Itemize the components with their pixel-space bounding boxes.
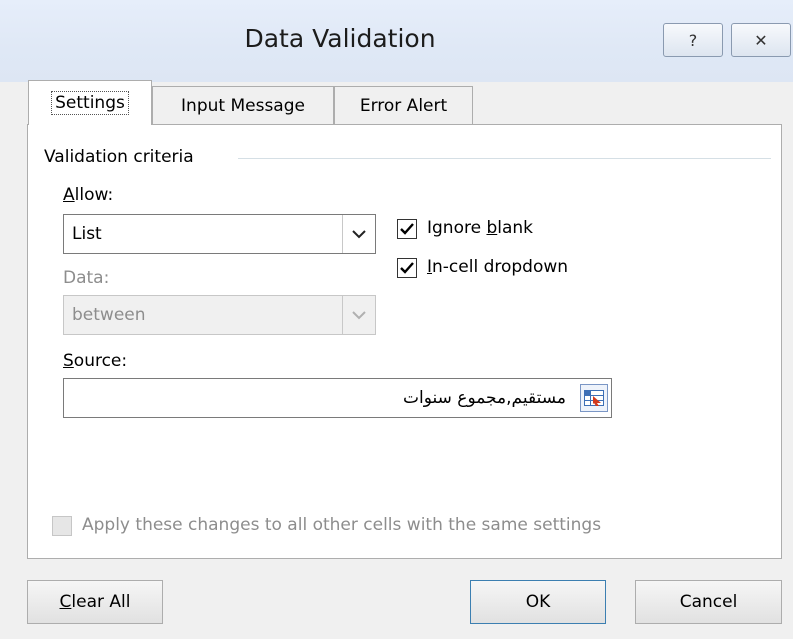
validation-criteria-heading: Validation criteria [44,147,200,167]
close-button[interactable]: ✕ [731,23,791,57]
clear-all-button[interactable]: Clear All [27,580,163,624]
checkmark-icon [400,223,414,235]
tab-settings-label: Settings [51,91,129,115]
source-input[interactable]: مستقيم,مجموع سنوات [63,378,612,418]
checkmark-icon [400,262,414,274]
chevron-down-icon[interactable] [342,296,375,334]
source-input-value[interactable]: مستقيم,مجموع سنوات [403,388,566,408]
ignore-blank-checkbox[interactable] [397,219,417,239]
tab-input-message[interactable]: Input Message [152,86,334,124]
data-validation-dialog: Data Validation ? ✕ Settings Input Messa… [0,0,793,639]
tab-error-alert-label: Error Alert [359,95,448,116]
data-label: Data: [63,268,110,288]
help-button[interactable]: ? [663,23,723,57]
help-icon: ? [688,30,698,50]
dialog-title: Data Validation [244,24,436,53]
cancel-button[interactable]: Cancel [635,580,782,624]
ok-button[interactable]: OK [470,580,606,624]
title-bar[interactable]: Data Validation ? ✕ [0,0,793,82]
incell-dropdown-label[interactable]: In-cell dropdown [427,257,568,277]
range-select-icon[interactable] [580,384,608,412]
chevron-down-icon[interactable] [342,215,375,253]
apply-all-checkbox[interactable] [52,516,72,536]
incell-dropdown-checkbox[interactable] [397,258,417,278]
source-label: Source: [63,351,128,371]
close-icon: ✕ [754,30,768,50]
data-select[interactable]: between [63,295,376,335]
settings-panel: Validation criteria Allow: List Data: be… [27,124,782,559]
tab-settings[interactable]: Settings [28,80,152,125]
allow-select-value: List [72,224,102,244]
tab-input-message-label: Input Message [181,95,305,116]
ignore-blank-label[interactable]: Ignore blank [427,218,533,238]
allow-label: Allow: [63,185,114,205]
apply-all-label: Apply these changes to all other cells w… [82,515,602,535]
section-divider [238,158,771,159]
tab-error-alert[interactable]: Error Alert [334,86,473,124]
data-select-value: between [72,305,146,325]
allow-select[interactable]: List [63,214,376,254]
